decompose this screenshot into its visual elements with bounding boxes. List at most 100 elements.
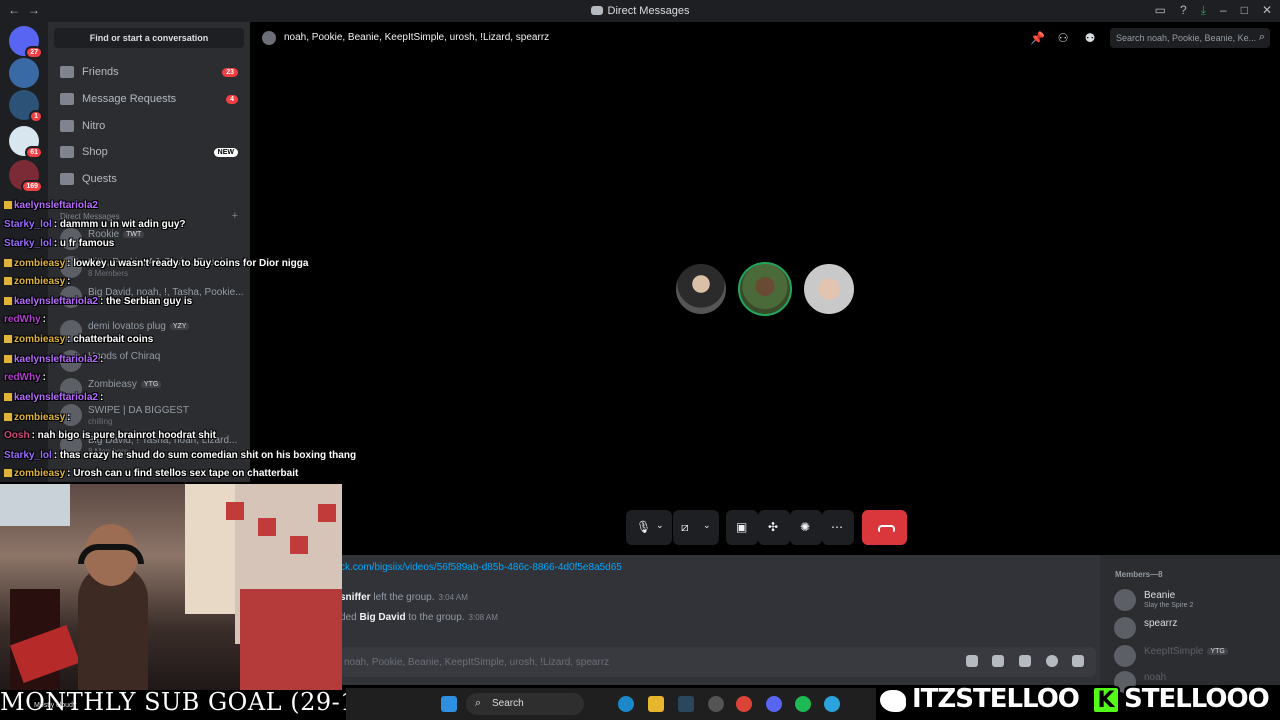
shop-icon [60,146,74,158]
nav-label: Quests [82,173,117,185]
chat-username: Starky_lol [4,219,52,230]
server-icon[interactable]: 1 [9,90,43,123]
call-avatar[interactable] [738,262,792,316]
system-message: ded Big David to the group. 3:08 AM [340,612,498,623]
member-status: Slay the Spire 2 [1144,602,1194,609]
disconnect-button[interactable] [862,510,907,545]
pin-icon[interactable]: 📌 [1030,31,1045,45]
chat-text: : [42,372,47,383]
help-icon[interactable]: ? [1180,3,1187,18]
soundboard-button[interactable]: ✺ [790,510,822,545]
gift-icon[interactable] [966,655,978,667]
taskbar-search[interactable]: ⌕ Search [466,693,584,715]
chat-text: : [67,412,71,423]
inbox-icon[interactable]: ▭ [1155,3,1166,18]
chat-username: redWhy [4,372,41,383]
server-icon[interactable]: 169 [9,160,43,193]
download-icon[interactable]: ⤓ [1201,3,1206,18]
more-icon: ⋯ [831,520,843,534]
discord-taskbar-icon[interactable] [766,696,782,712]
chat-username: zombieasy [14,276,66,287]
chat-username: kaelynsleftariola2 [14,200,98,211]
avatar [1114,645,1136,667]
nav-friends[interactable]: Friends 23 [54,60,244,84]
nav-message-requests[interactable]: Message Requests 4 [54,87,244,111]
minimize-button[interactable]: – [1220,3,1227,18]
nav-label: Nitro [82,120,106,132]
webcam-feed [0,484,342,690]
search-icon: ⌕ [1258,31,1265,43]
avatar [1114,617,1136,639]
chat-badge-icon [4,335,12,343]
count-badge: 4 [226,94,238,104]
message-user[interactable]: Big David [359,612,405,623]
telegram-icon[interactable] [824,696,840,712]
member-item[interactable]: spearrz [1114,615,1274,641]
windows-taskbar: ⌕ Search [346,688,876,720]
microphone-icon: 🎙 [636,520,652,534]
call-avatar[interactable] [674,262,728,316]
apps-icon[interactable] [1072,655,1084,667]
chat-username: zombieasy [14,468,66,479]
message-text: to the group. [408,612,465,623]
edge-icon[interactable] [618,696,634,712]
steam-icon[interactable] [678,696,694,712]
camera-button[interactable]: ⧄ ⌄ [673,510,719,545]
activities-button[interactable]: ✣ [758,510,790,545]
chat-username: Starky_lol [4,238,52,249]
emoji-icon[interactable] [1046,655,1058,667]
sticker-icon[interactable] [1019,655,1031,667]
spotify-icon[interactable] [795,696,811,712]
close-button[interactable]: ✕ [1262,3,1272,18]
chat-message: zombieasy: lowkey u wasn't ready to buy … [4,258,308,269]
obs-icon[interactable] [708,696,724,712]
message-input[interactable]: noah, Pookie, Beanie, KeepItSimple, uros… [340,647,1096,677]
weather-text: Mostly cloudy [34,702,77,709]
member-name-text: KeepItSimple [1144,646,1204,657]
member-name: Beanie [1144,590,1176,601]
title-bar-controls: ▭ ? ⤓ – □ ✕ [1155,3,1272,18]
server-badge: 169 [21,180,43,193]
server-icon[interactable] [9,58,39,88]
chat-username: zombieasy [14,334,66,345]
add-friends-icon[interactable]: ⚇ [1056,31,1070,45]
members-icon[interactable]: ⚉ [1083,31,1097,45]
chat-text: : [99,392,104,403]
more-button[interactable]: ⋯ [822,510,854,545]
nav-shop[interactable]: Shop NEW [54,140,244,164]
chat-message: zombieasy: [4,276,70,287]
nav-nitro[interactable]: Nitro [54,114,244,138]
member-item[interactable]: Beanie Slay the Spire 2 [1114,587,1274,613]
webcam-blanket [240,589,342,690]
message-text-prefix: ded [340,612,357,623]
search-input[interactable]: Search noah, Pookie, Beanie, Ke... ⌕ [1110,28,1270,48]
chat-message: kaelynsleftariola2: the Serbian guy is [4,296,192,307]
screen-share-button[interactable]: ▣ [726,510,758,545]
call-avatar[interactable] [802,262,856,316]
member-item[interactable]: KeepItSimple YTG [1114,643,1274,669]
server-badge: 27 [25,46,43,59]
chat-message: zombieasy: [4,412,70,423]
maximize-button[interactable]: □ [1241,3,1248,18]
file-explorer-icon[interactable] [648,696,664,712]
gif-icon[interactable] [992,655,1004,667]
message-user[interactable]: sniffer [340,592,371,603]
home-button[interactable]: 27 [9,26,43,59]
call-header: noah, Pookie, Beanie, KeepItSimple, uros… [250,22,1280,54]
microphone-button[interactable]: 🎙 ⌄ [626,510,672,545]
start-icon[interactable] [441,696,457,712]
chat-username: kaelynsleftariola2 [14,354,98,365]
server-icon[interactable]: 61 [9,126,43,159]
message-link[interactable]: ck.com/bigsiix/videos/56f589ab-d85b-486c… [340,562,622,573]
chat-text: : dammm u in wit adin guy? [53,219,186,230]
chat-badge-icon [4,201,12,209]
nav-quests[interactable]: Quests [54,167,244,191]
chat-message: zombieasy: Urosh can u find stellos sex … [4,468,298,479]
system-message: sniffer left the group. 3:04 AM [340,592,468,603]
server-badge: 61 [25,146,43,159]
find-conversation-button[interactable]: Find or start a conversation [54,28,244,48]
group-name[interactable]: noah, Pookie, Beanie, KeepItSimple, uros… [284,32,549,43]
chat-text: : chatterbait coins [67,334,154,345]
nav-label: Friends [82,66,119,78]
chrome-icon[interactable] [736,696,752,712]
